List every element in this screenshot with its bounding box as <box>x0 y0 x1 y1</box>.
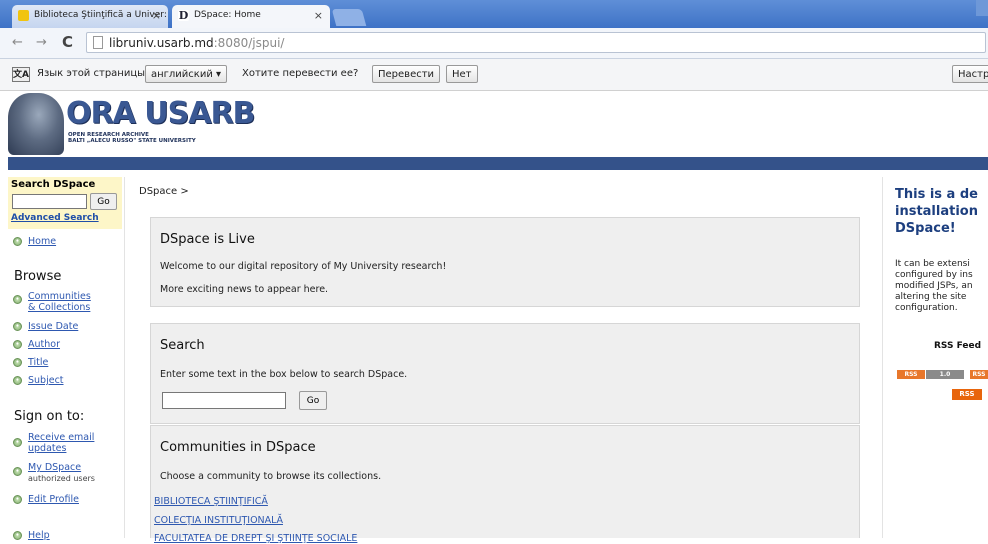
logo-subtitle-2: BALTI „ALECU RUSSO" STATE UNIVERSITY <box>68 138 196 144</box>
tab-dspace-home[interactable]: D DSpace: Home × <box>172 5 330 28</box>
rss-button[interactable]: RSS <box>952 389 982 400</box>
sidebar-search-box: Search DSpace Go Advanced Search <box>8 177 122 229</box>
header-divider <box>8 157 988 170</box>
close-icon[interactable]: × <box>152 9 161 22</box>
translate-button[interactable]: Перевести <box>372 65 441 83</box>
bullet-icon: • <box>13 340 22 349</box>
bullet-icon: • <box>13 237 22 246</box>
sidebar-item-receive-email[interactable]: Receive email updates <box>28 432 94 454</box>
rss-badge[interactable]: RSS <box>970 370 988 379</box>
communities-text: Choose a community to browse its collect… <box>160 471 382 482</box>
back-arrow-icon[interactable]: ← <box>12 35 23 50</box>
no-button[interactable]: Нет <box>446 65 478 83</box>
close-icon[interactable]: × <box>314 9 323 22</box>
news-title: DSpace is Live <box>160 232 255 247</box>
bullet-icon: • <box>13 531 22 540</box>
communities-title: Communities in DSpace <box>160 440 316 455</box>
forward-arrow-icon[interactable]: → <box>36 35 47 50</box>
translate-question: Хотите перевести ее? <box>242 68 359 79</box>
community-link[interactable]: FACULTATEA DE DREPT ŞI ŞTIINŢE SOCIALE <box>154 533 357 544</box>
address-bar: ← → C libruniv.usarb.md:8080/jspui/ <box>0 28 988 59</box>
search-go-button[interactable]: Go <box>90 193 117 210</box>
sidebar: Search DSpace Go Advanced Search • Home … <box>8 177 122 541</box>
url-text: libruniv.usarb.md:8080/jspui/ <box>109 36 285 50</box>
sidebar-item-author[interactable]: Author <box>28 339 60 350</box>
folder-icon <box>18 10 29 21</box>
window-control[interactable] <box>976 0 988 16</box>
reload-icon[interactable]: C <box>62 33 73 51</box>
bullet-icon: • <box>13 322 22 331</box>
signon-heading: Sign on to: <box>14 409 85 424</box>
bullet-icon: • <box>13 358 22 367</box>
tab-label: DSpace: Home <box>194 10 261 20</box>
mydspace-note: authorized users <box>28 474 95 483</box>
sidebar-item-edit-profile[interactable]: Edit Profile <box>28 494 79 505</box>
tab-label: Biblioteca Ştiinţifică a Univer: <box>34 10 167 20</box>
rss-version-badge[interactable]: 1.0 <box>926 370 964 379</box>
news-line-1: Welcome to our digital repository of My … <box>160 261 447 272</box>
logo[interactable]: ORA USARB <box>66 96 255 131</box>
new-tab-button[interactable] <box>331 9 367 26</box>
bullet-icon: • <box>13 438 22 447</box>
page-icon <box>93 36 103 49</box>
community-link[interactable]: COLECŢIA INSTITUŢIONALĂ <box>154 515 283 526</box>
sidebar-item-help[interactable]: Help <box>28 530 50 541</box>
translate-icon: 文A <box>12 67 30 82</box>
news-line-2: More exciting news to appear here. <box>160 284 329 295</box>
bullet-icon: • <box>13 295 22 304</box>
settings-button[interactable]: Настр <box>952 65 988 83</box>
url-input[interactable]: libruniv.usarb.md:8080/jspui/ <box>86 32 986 53</box>
rss-feeds-label: RSS Feed <box>934 341 982 351</box>
main-search-input[interactable] <box>162 392 286 409</box>
search-panel-title: Search <box>160 338 205 353</box>
sidebar-item-title[interactable]: Title <box>28 357 48 368</box>
search-title: Search DSpace <box>11 179 96 190</box>
sidebar-item-subject[interactable]: Subject <box>28 375 64 386</box>
right-divider <box>882 177 883 538</box>
news-panel: DSpace is Live Welcome to our digital re… <box>150 217 860 307</box>
advanced-search-link[interactable]: Advanced Search <box>11 213 99 223</box>
site-banner: ORA USARB OPEN RESEARCH ARCHIVE BALTI „A… <box>8 91 988 157</box>
sidebar-item-mydspace[interactable]: My DSpace <box>28 462 81 473</box>
translate-prompt: Язык этой страницы <box>37 68 146 79</box>
sidebar-item-issue-date[interactable]: Issue Date <box>28 321 78 332</box>
bullet-icon: • <box>13 376 22 385</box>
bullet-icon: • <box>13 467 22 476</box>
dspace-favicon-icon: D <box>178 9 189 22</box>
search-input[interactable] <box>12 194 87 209</box>
browser-tab-bar: Biblioteca Ştiinţifică a Univer: × D DSp… <box>0 0 988 28</box>
right-text: It can be extensi configured by ins modifi… <box>895 259 973 313</box>
browse-heading: Browse <box>14 269 62 284</box>
community-link[interactable]: BIBLIOTECA ŞTIINŢIFICĂ <box>154 496 268 507</box>
statue-logo-icon <box>8 93 64 155</box>
bullet-icon: • <box>13 495 22 504</box>
rss-badge[interactable]: RSS <box>897 370 925 379</box>
search-panel: Search Enter some text in the box below … <box>150 323 860 424</box>
breadcrumb[interactable]: DSpace > <box>139 186 189 197</box>
translate-bar: 文A Язык этой страницы английский ▾ Хотит… <box>0 59 988 91</box>
search-panel-text: Enter some text in the box below to sear… <box>160 369 408 380</box>
right-title: This is a de installation DSpace! <box>895 187 978 236</box>
main-search-go-button[interactable]: Go <box>299 391 327 410</box>
tab-biblioteca[interactable]: Biblioteca Ştiinţifică a Univer: × <box>12 5 168 28</box>
sidebar-item-communities[interactable]: Communities & Collections <box>28 291 91 313</box>
sidebar-divider <box>124 177 125 538</box>
language-select[interactable]: английский ▾ <box>145 65 228 83</box>
sidebar-item-home[interactable]: Home <box>28 236 56 247</box>
